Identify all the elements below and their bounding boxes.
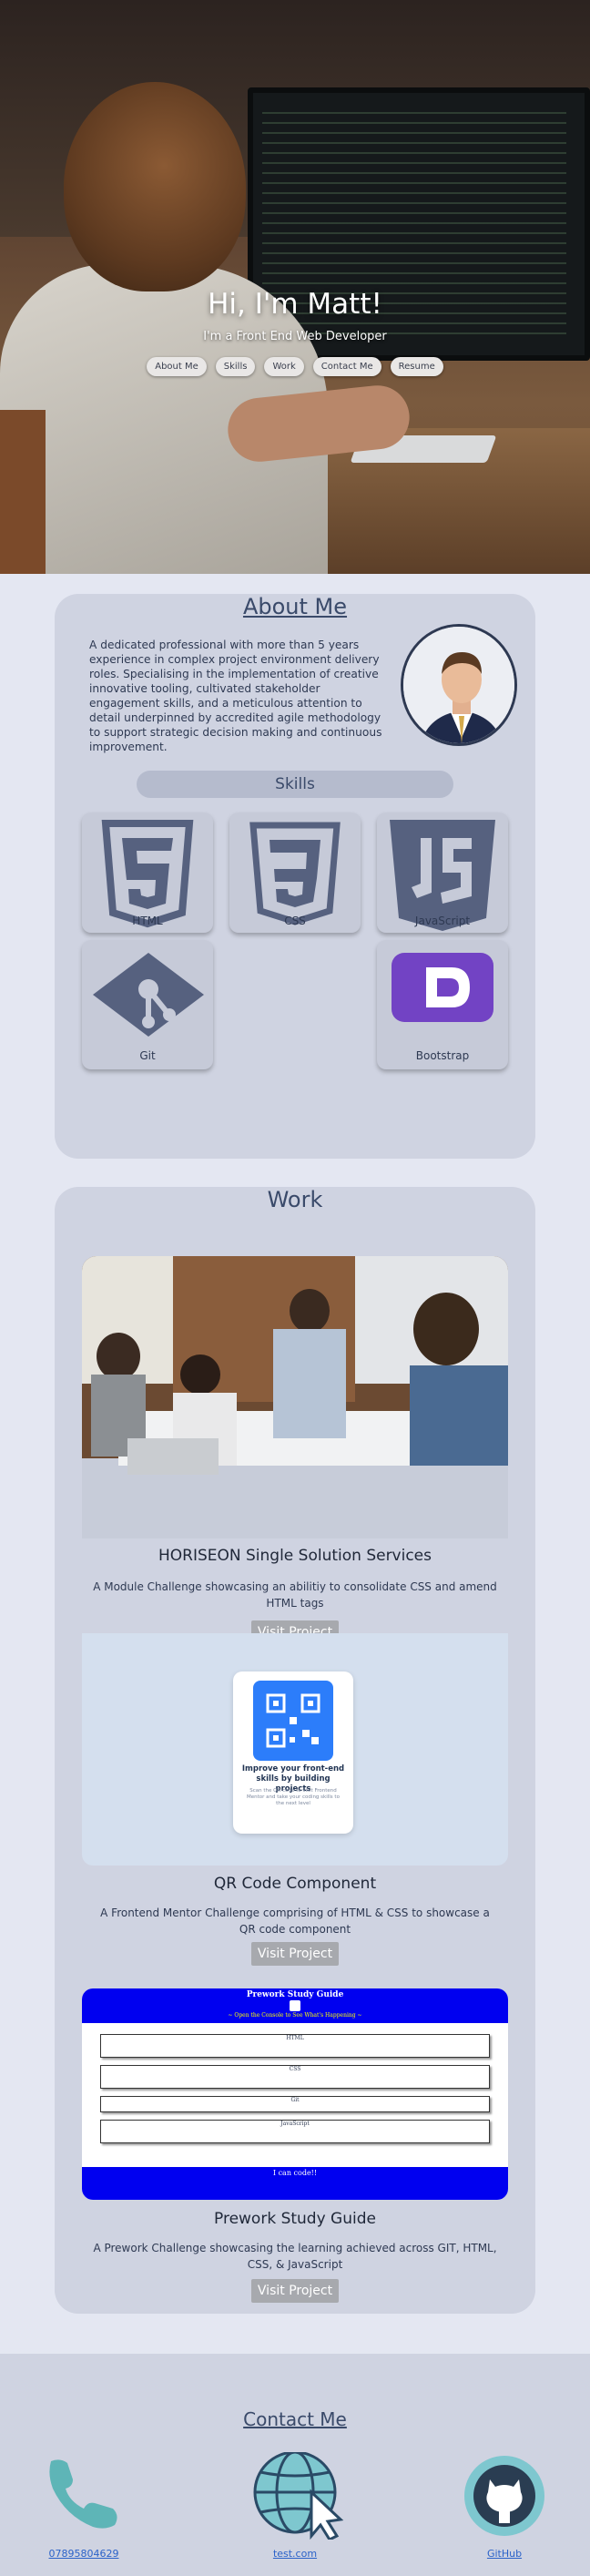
hero-subtitle: I'm a Front End Web Developer — [203, 330, 387, 343]
project-desc-prework: A Prework Challenge showcasing the learn… — [93, 2242, 497, 2271]
prework-preview-logo-icon — [290, 2000, 300, 2011]
nav-about[interactable]: About Me — [147, 357, 207, 376]
hero-name: Hi, I'm Matt! — [208, 288, 382, 321]
skill-label-git: Git — [139, 1049, 156, 1062]
nav-contact[interactable]: Contact Me — [312, 357, 381, 376]
qr-preview-text: Scan the QR code to visit Frontend Mento… — [247, 1788, 340, 1806]
qr-code-icon — [253, 1681, 333, 1761]
prework-section-javascript: JavaScript — [100, 2120, 490, 2143]
prework-section-git: Git — [100, 2096, 490, 2112]
prework-preview-footer: I can code!! — [82, 2167, 508, 2200]
prework-section-css: CSS — [100, 2065, 490, 2089]
globe-cursor-icon[interactable] — [253, 2452, 344, 2540]
skill-card-bootstrap: Bootstrap — [377, 940, 508, 1069]
nav-work[interactable]: Work — [264, 357, 304, 376]
about-card: About Me A dedicated professional with m… — [55, 594, 535, 1159]
visit-project-qr-button[interactable]: Visit Project — [251, 1942, 339, 1966]
skill-card-git: Git — [82, 940, 213, 1069]
contact-section: Contact Me 07895804629 test.com GitHub — [0, 2354, 590, 2576]
hero-chair — [0, 410, 46, 574]
prework-section-label: CSS — [289, 2066, 301, 2072]
hero-person-head — [64, 82, 246, 291]
github-link[interactable]: GitHub — [441, 2548, 568, 2560]
visit-project-prework-button[interactable]: Visit Project — [251, 2279, 339, 2303]
git-icon — [93, 953, 204, 1037]
skill-label-css: CSS — [284, 915, 306, 927]
project-card-qr: Improve your front-end skills by buildin… — [82, 1633, 508, 1866]
project-title-qr: QR Code Component — [213, 1875, 377, 1893]
qr-preview-card: Improve your front-end skills by buildin… — [233, 1671, 353, 1834]
project-desc-qr: A Frontend Mentor Challenge comprising o… — [100, 1906, 490, 1936]
about-title: About Me — [242, 594, 348, 619]
avatar — [401, 624, 517, 746]
hero-banner: Hi, I'm Matt! I'm a Front End Web Develo… — [0, 0, 590, 574]
contact-title: Contact Me — [243, 2408, 347, 2430]
project-desc-horiseon: A Module Challenge showcasing an abiliti… — [93, 1580, 497, 1610]
hero-nav: About Me Skills Work Contact Me Resume — [0, 357, 590, 376]
phone-icon[interactable] — [46, 2456, 122, 2530]
work-card: Work HORISEON Single Solution Services A… — [55, 1187, 535, 2314]
work-title: Work — [267, 1187, 323, 1212]
skill-card-javascript: JavaScript — [377, 813, 508, 933]
project-title-prework: Prework Study Guide — [214, 2210, 376, 2228]
prework-section-label: HTML — [286, 2035, 304, 2041]
skills-title: Skills — [137, 771, 453, 798]
about-text: A dedicated professional with more than … — [89, 639, 382, 753]
github-icon[interactable] — [463, 2454, 546, 2538]
skill-label-bootstrap: Bootstrap — [415, 1049, 470, 1062]
prework-preview-heading: Prework Study Guide — [246, 1990, 344, 1999]
project-card-horiseon — [82, 1256, 508, 1538]
skill-card-css: CSS — [229, 813, 361, 933]
web-link[interactable]: test.com — [231, 2548, 359, 2560]
nav-resume[interactable]: Resume — [390, 357, 443, 376]
prework-preview-header: Prework Study Guide ~ Open the Console t… — [82, 1988, 508, 2023]
prework-section-label: JavaScript — [280, 2121, 310, 2127]
skill-label-javascript: JavaScript — [414, 915, 471, 927]
project-card-prework: Prework Study Guide ~ Open the Console t… — [82, 1988, 508, 2200]
project-title-horiseon: HORISEON Single Solution Services — [158, 1547, 432, 1565]
skill-label-html: HTML — [132, 915, 163, 927]
skill-card-html: HTML — [82, 813, 213, 933]
bootstrap-icon — [392, 953, 493, 1022]
project-image-horiseon — [82, 1256, 508, 1538]
prework-section-html: HTML — [100, 2034, 490, 2058]
phone-link[interactable]: 07895804629 — [20, 2548, 148, 2560]
nav-skills[interactable]: Skills — [215, 357, 256, 376]
prework-preview-sub: ~ Open the Console to See What's Happeni… — [228, 2012, 362, 2019]
prework-section-label: Git — [290, 2097, 300, 2103]
